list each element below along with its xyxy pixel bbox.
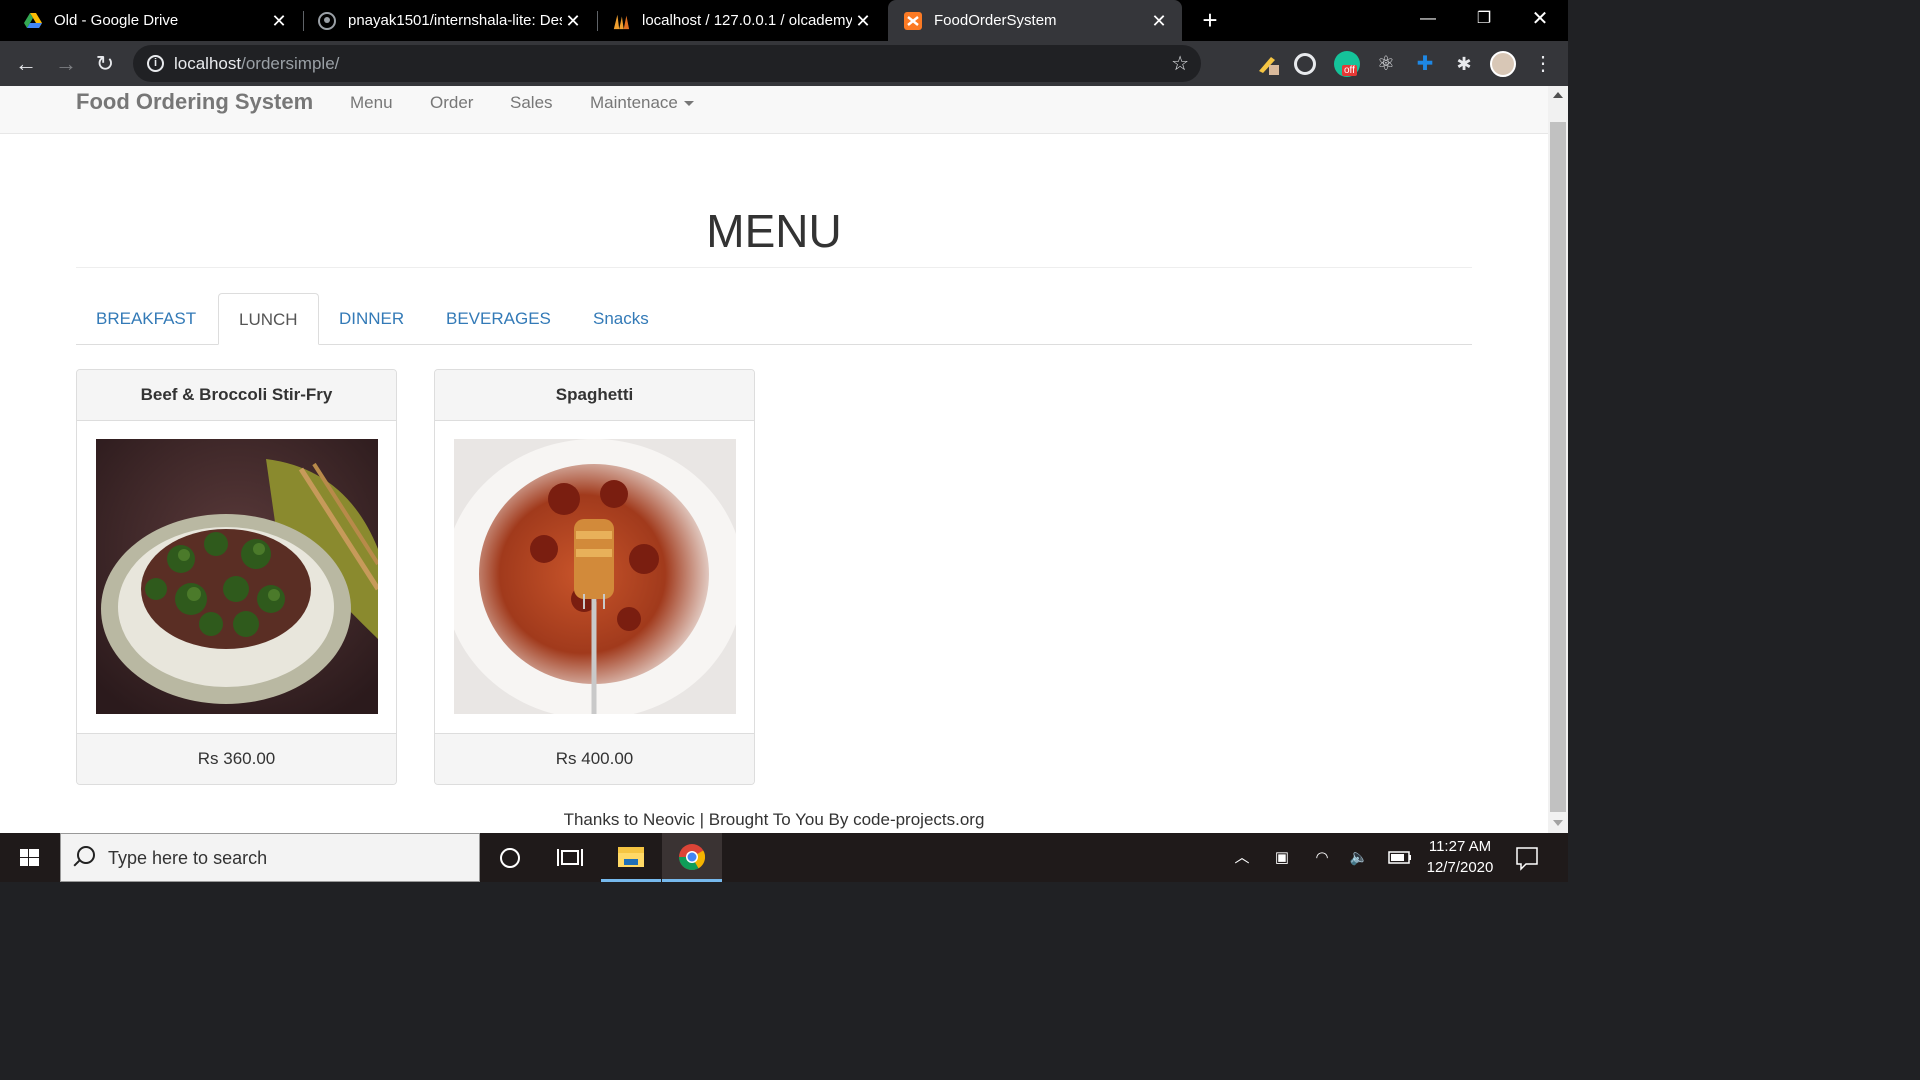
close-tab-icon[interactable]: ✕ <box>268 10 290 32</box>
bookmark-star-icon[interactable]: ☆ <box>1171 51 1189 76</box>
back-button[interactable]: ← <box>10 48 42 80</box>
chevron-up-icon[interactable]: ︿ <box>1228 833 1256 882</box>
tab-dinner[interactable]: DINNER <box>319 293 424 344</box>
nav-maintenance-dropdown[interactable]: Maintenace <box>590 93 694 113</box>
restore-button[interactable]: ❐ <box>1456 0 1512 41</box>
reload-button[interactable]: ↻ <box>89 48 121 80</box>
tab-title: pnayak1501/internshala-lite: Des <box>348 12 562 29</box>
scroll-up-arrow-icon[interactable] <box>1553 92 1563 98</box>
site-brand[interactable]: Food Ordering System <box>76 89 313 115</box>
spaghetti-photo <box>454 439 736 714</box>
divider <box>76 267 1472 268</box>
site-navbar: Food Ordering System Menu Order Sales Ma… <box>0 86 1548 134</box>
cross-extension-icon[interactable]: ✚ <box>1412 51 1438 77</box>
taskbar-clock[interactable]: 11:27 AM 12/7/2020 <box>1420 833 1500 882</box>
chrome-taskbar-icon[interactable] <box>662 833 722 882</box>
wifi-icon[interactable]: ◠ <box>1308 833 1336 882</box>
close-tab-icon[interactable]: ✕ <box>1148 10 1170 32</box>
caret-down-icon <box>683 101 694 107</box>
menu-item-card[interactable]: Spaghetti Rs 400.00 <box>434 369 755 785</box>
cortana-icon[interactable] <box>480 833 540 882</box>
browser-toolbar: ← → ↻ i localhost/ordersimple/ ☆ off ⚛ ✚… <box>0 41 1568 86</box>
scrollbar-thumb[interactable] <box>1550 122 1566 812</box>
phpmyadmin-icon <box>612 12 630 30</box>
react-devtools-icon[interactable]: ⚛ <box>1373 51 1399 77</box>
new-tab-button[interactable]: + <box>1196 6 1224 34</box>
clock-date: 12/7/2020 <box>1426 859 1494 876</box>
grammarly-extension-icon[interactable]: off <box>1334 51 1360 77</box>
url-host: localhost <box>174 54 242 73</box>
menu-item-name: Spaghetti <box>435 370 754 421</box>
speedometer-extension-icon[interactable] <box>1294 53 1316 75</box>
meet-now-icon[interactable]: ▣ <box>1268 833 1296 882</box>
url-path: /ordersimple/ <box>241 54 340 73</box>
address-bar[interactable]: i localhost/ordersimple/ ☆ <box>133 45 1201 82</box>
tab-title: Old - Google Drive <box>54 12 179 29</box>
extension-badge: off <box>1342 65 1357 76</box>
windows-start-button[interactable] <box>0 833 60 882</box>
github-icon <box>318 11 336 30</box>
profile-avatar[interactable] <box>1490 51 1516 77</box>
volume-icon[interactable]: 🔈 <box>1345 833 1373 882</box>
forward-button[interactable]: → <box>50 48 82 80</box>
browser-tab-foodordersystem[interactable]: FoodOrderSystem ✕ <box>888 0 1182 41</box>
browser-tab-strip: Old - Google Drive ✕ pnayak1501/internsh… <box>0 0 1568 41</box>
taskbar-search-placeholder: Type here to search <box>108 848 268 868</box>
close-tab-icon[interactable]: ✕ <box>852 10 874 32</box>
xampp-icon <box>904 11 922 30</box>
tab-title: FoodOrderSystem <box>934 12 1057 29</box>
browser-tab-phpmyadmin[interactable]: localhost / 127.0.0.1 / olcademy | ✕ <box>588 0 886 41</box>
clock-time: 11:27 AM <box>1428 838 1492 855</box>
battery-icon[interactable] <box>1386 833 1414 882</box>
tab-beverages[interactable]: BEVERAGES <box>426 293 571 344</box>
search-icon <box>77 846 95 864</box>
browser-tab-github[interactable]: pnayak1501/internshala-lite: Des ✕ <box>294 0 596 41</box>
pen-extension-icon[interactable] <box>1255 51 1281 77</box>
page-scrollbar[interactable] <box>1548 86 1568 833</box>
google-drive-icon <box>24 12 42 30</box>
nav-sales[interactable]: Sales <box>510 93 553 113</box>
close-tab-icon[interactable]: ✕ <box>562 10 584 32</box>
tab-breakfast[interactable]: BREAKFAST <box>76 293 216 344</box>
browser-menu-icon[interactable]: ⋮ <box>1527 48 1559 80</box>
browser-tab-google-drive[interactable]: Old - Google Drive ✕ <box>0 0 302 41</box>
menu-category-tabs: BREAKFAST LUNCH DINNER BEVERAGES Snacks <box>76 293 1472 345</box>
nav-menu[interactable]: Menu <box>350 93 393 113</box>
address-url: localhost/ordersimple/ <box>174 54 339 74</box>
beef-broccoli-photo <box>96 439 378 714</box>
taskbar-search-box[interactable]: Type here to search <box>60 833 480 882</box>
menu-item-price: Rs 360.00 <box>77 733 396 784</box>
notifications-icon[interactable] <box>1510 833 1544 882</box>
menu-item-price: Rs 400.00 <box>435 733 754 784</box>
windows-taskbar: Type here to search ︿ ▣ ◠ 🔈 11:27 AM 12/… <box>0 833 1568 882</box>
site-footer: Thanks to Neovic | Brought To You By cod… <box>563 810 985 829</box>
scroll-down-arrow-icon[interactable] <box>1553 820 1563 826</box>
tab-snacks[interactable]: Snacks <box>573 293 669 344</box>
window-close-button[interactable]: ✕ <box>1512 0 1568 41</box>
file-explorer-icon[interactable] <box>601 833 661 882</box>
minimize-button[interactable]: — <box>1400 0 1456 41</box>
page-title: MENU <box>706 205 842 257</box>
site-info-icon[interactable]: i <box>147 55 164 72</box>
task-view-icon[interactable] <box>540 833 600 882</box>
page-viewport: Food Ordering System Menu Order Sales Ma… <box>0 86 1548 833</box>
menu-item-name: Beef & Broccoli Stir-Fry <box>77 370 396 421</box>
extensions-puzzle-icon[interactable]: ✱ <box>1451 51 1477 77</box>
nav-order[interactable]: Order <box>430 93 473 113</box>
tab-lunch[interactable]: LUNCH <box>218 293 319 345</box>
tab-title: localhost / 127.0.0.1 / olcademy | <box>642 12 852 29</box>
menu-item-card[interactable]: Beef & Broccoli Stir-Fry Rs 360.00 <box>76 369 397 785</box>
nav-maintenance-label: Maintenace <box>590 93 678 112</box>
